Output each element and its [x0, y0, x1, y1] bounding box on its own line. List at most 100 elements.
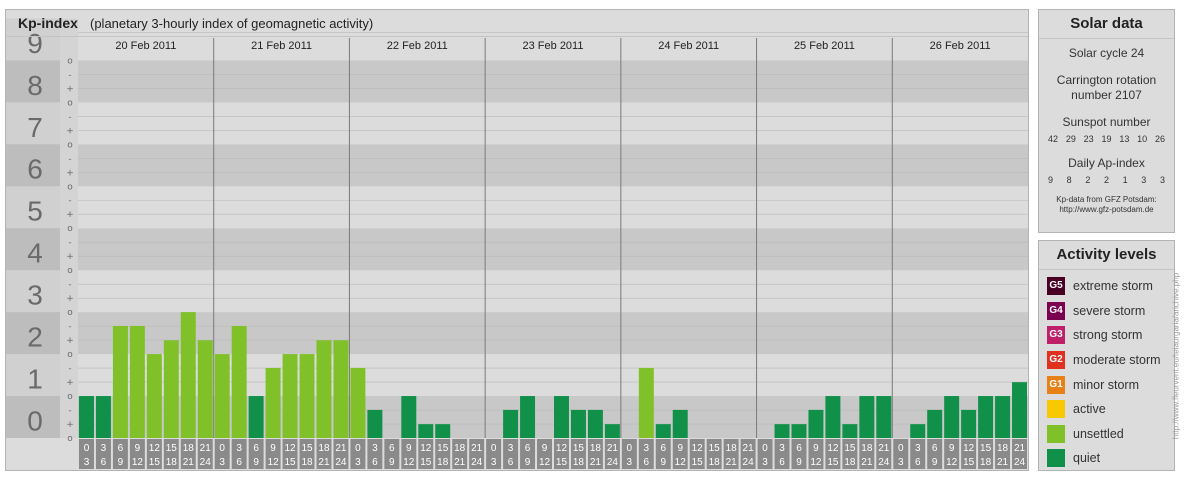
day-label: 25 Feb 2011: [794, 40, 855, 52]
x-interval-end: 12: [675, 457, 687, 468]
y-tick-label: 1: [27, 363, 43, 394]
x-interval-end: 15: [556, 457, 568, 468]
x-interval-end: 9: [932, 457, 938, 468]
sunspot-value: 26: [1154, 134, 1165, 144]
x-interval-end: 24: [471, 457, 483, 468]
x-interval-end: 15: [963, 457, 975, 468]
y-minor-mark: o: [67, 140, 73, 150]
x-interval-start: 15: [844, 443, 856, 454]
y-tick-label: 8: [27, 70, 43, 101]
kp-bar: [638, 367, 654, 438]
kp-bar: [859, 396, 875, 438]
level-moderate-storm: G2 moderate storm: [1039, 348, 1174, 373]
kp-bar: [1012, 382, 1027, 438]
y-minor-mark: -: [68, 112, 71, 122]
y-tick-label: 4: [27, 238, 43, 269]
x-interval-start: 6: [118, 443, 124, 454]
x-interval-end: 15: [692, 457, 704, 468]
x-interval-start: 18: [454, 443, 466, 454]
x-interval-start: 9: [677, 443, 683, 454]
kp-bar: [791, 424, 807, 438]
kp-bar: [316, 340, 332, 438]
x-interval-start: 18: [997, 443, 1009, 454]
kp-band: [78, 60, 1028, 103]
y-minor-mark: o: [67, 182, 73, 192]
kp-bar: [554, 396, 569, 438]
x-interval-start: 18: [318, 443, 330, 454]
y-tick-label: 6: [27, 154, 43, 185]
x-interval-start: 12: [284, 443, 296, 454]
x-interval-start: 21: [471, 443, 483, 454]
x-interval-start: 15: [301, 443, 313, 454]
y-tick-label: 7: [27, 112, 43, 143]
sunspot-numbers: 42 29 23 19 13 10 26: [1039, 134, 1174, 144]
credit-link[interactable]: http://www.gfz-potsdam.de: [1039, 205, 1174, 215]
kp-bar: [825, 396, 841, 438]
x-interval-start: 0: [84, 443, 90, 454]
y-minor-mark: o: [67, 392, 73, 402]
kp-bar: [418, 424, 434, 438]
x-interval-start: 9: [270, 443, 276, 454]
x-interval-end: 12: [403, 457, 415, 468]
kp-bar: [282, 354, 298, 438]
x-interval-start: 21: [335, 443, 347, 454]
x-interval-start: 12: [692, 443, 704, 454]
y-minor-mark: o: [67, 434, 73, 444]
x-interval-start: 18: [726, 443, 738, 454]
y-minor-mark: o: [67, 56, 73, 66]
y-minor-mark: -: [68, 154, 71, 164]
solar-data-panel: Solar data Solar cycle 24 Carrington rot…: [1038, 9, 1175, 233]
level-label: extreme storm: [1073, 279, 1153, 294]
kp-bar: [672, 409, 688, 438]
chart-subtitle: (planetary 3-hourly index of geomagnetic…: [90, 16, 374, 31]
level-extreme-storm: G5 extreme storm: [1039, 274, 1174, 299]
x-interval-end: 12: [810, 457, 822, 468]
kp-bar: [910, 424, 926, 438]
y-minor-mark: -: [68, 280, 71, 290]
level-label: severe storm: [1073, 303, 1146, 318]
x-interval-start: 12: [149, 443, 161, 454]
ap-value: 3: [1141, 175, 1147, 185]
x-interval-end: 18: [166, 457, 178, 468]
level-swatch: [1047, 449, 1065, 468]
x-interval-start: 15: [980, 443, 992, 454]
kp-band: [78, 270, 1028, 313]
x-interval-start: 6: [932, 443, 938, 454]
chart-header: Kp-index (planetary 3-hourly index of ge…: [6, 10, 1028, 37]
x-interval-end: 6: [779, 457, 785, 468]
x-interval-start: 6: [660, 443, 666, 454]
x-interval-start: 3: [236, 443, 242, 454]
x-interval-end: 18: [573, 457, 585, 468]
ap-value: 3: [1159, 175, 1165, 185]
watermark-text: http://www.fleurvent.eu/teiaurgaria/aric…: [1171, 272, 1181, 439]
ap-value: 2: [1103, 175, 1109, 185]
x-interval-start: 12: [420, 443, 432, 454]
x-interval-end: 3: [219, 457, 225, 468]
kp-bar: [367, 409, 383, 438]
x-interval-start: 15: [437, 443, 449, 454]
y-minor-mark: +: [66, 126, 74, 136]
carrington-line-2: number 2107: [1071, 88, 1142, 102]
kp-bar: [520, 396, 536, 438]
kp-band: [78, 228, 1028, 271]
x-interval-start: 0: [491, 443, 497, 454]
kp-band: [78, 312, 1028, 355]
x-interval-start: 18: [183, 443, 195, 454]
sunspot-value: 13: [1119, 134, 1130, 144]
x-interval-end: 6: [236, 457, 242, 468]
x-interval-end: 12: [132, 457, 144, 468]
x-interval-start: 9: [949, 443, 955, 454]
y-minor-mark: o: [67, 98, 73, 108]
kp-bar: [299, 354, 315, 438]
level-swatch: [1047, 424, 1065, 443]
y-minor-mark: -: [68, 406, 71, 416]
kp-bar: [180, 312, 196, 438]
kp-band: [78, 144, 1028, 187]
x-interval-start: 15: [709, 443, 721, 454]
sunspot-value: 10: [1137, 134, 1148, 144]
x-interval-start: 9: [406, 443, 412, 454]
x-interval-end: 9: [525, 457, 531, 468]
kp-bar: [248, 396, 264, 438]
y-minor-mark: +: [66, 252, 74, 262]
x-interval-end: 3: [898, 457, 904, 468]
